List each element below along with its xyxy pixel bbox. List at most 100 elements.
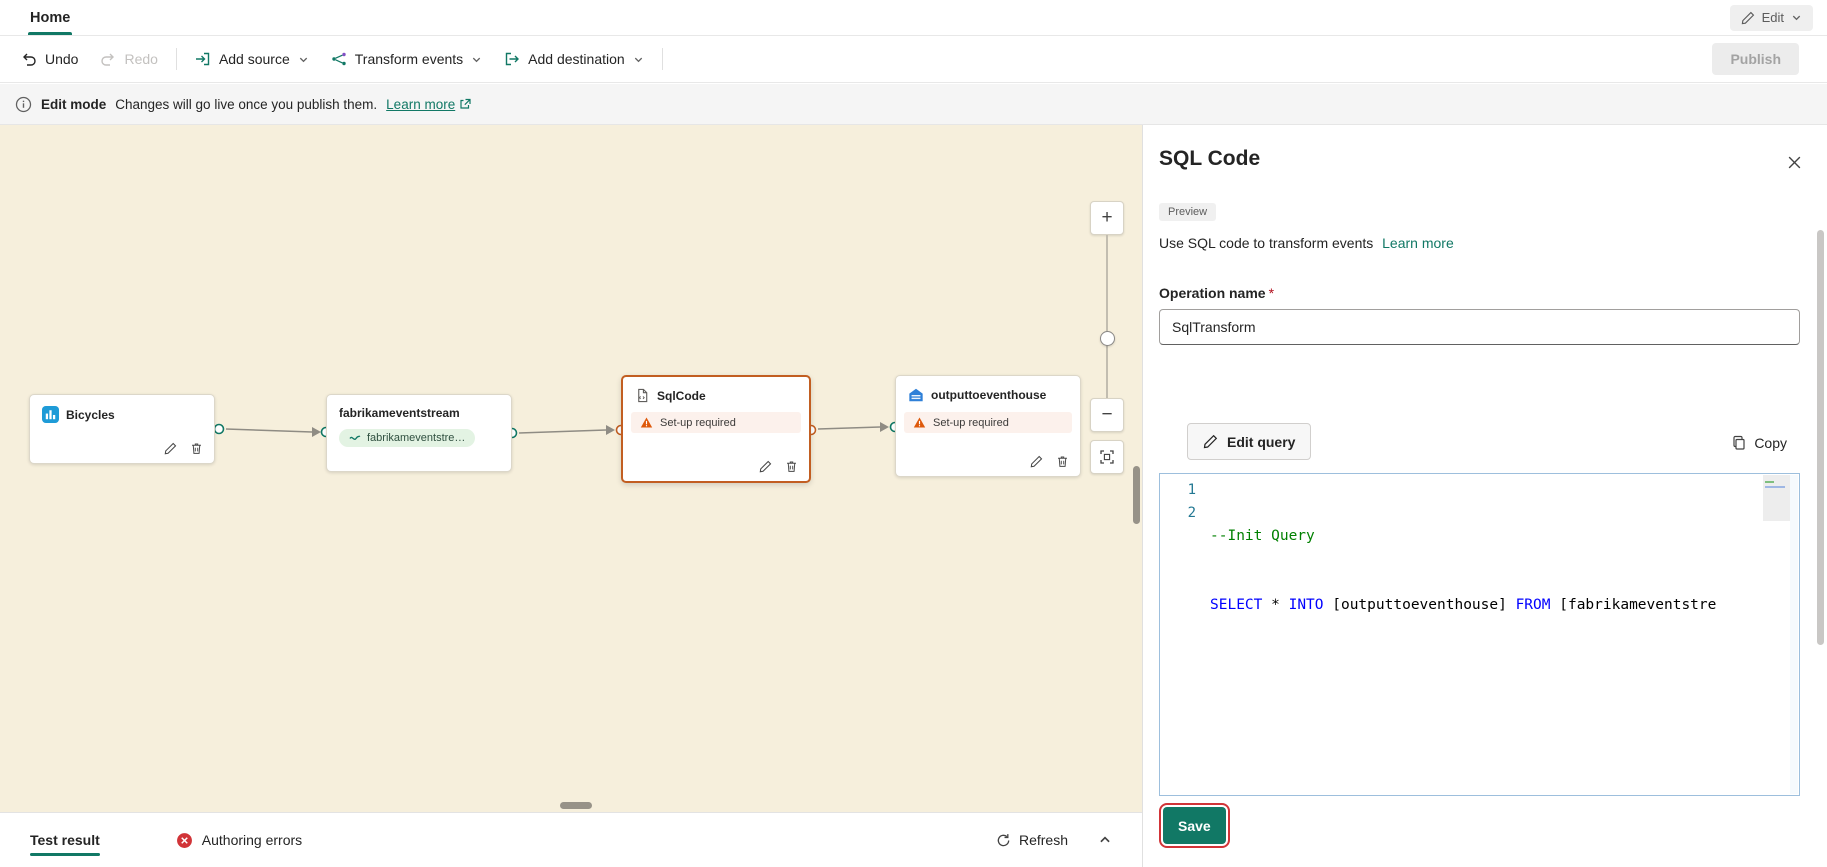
redo-icon: [100, 51, 116, 67]
node-title: SqlCode: [657, 389, 706, 403]
pencil-icon: [759, 460, 772, 473]
minimap-mark: [1765, 481, 1774, 483]
trash-icon: [785, 460, 798, 473]
undo-button[interactable]: Undo: [10, 42, 89, 76]
panel-vertical-scrollbar[interactable]: [1817, 230, 1824, 645]
sql-text: [fabrikameventstre: [1551, 597, 1717, 613]
add-source-icon: [195, 51, 211, 67]
close-panel-button[interactable]: [1783, 151, 1805, 173]
pencil-icon: [164, 442, 177, 455]
edit-menu-label: Edit: [1762, 10, 1784, 25]
trash-icon: [1056, 455, 1069, 468]
warning-label: Set-up required: [660, 417, 736, 429]
refresh-button[interactable]: Refresh: [996, 832, 1068, 848]
undo-label: Undo: [45, 51, 78, 67]
fit-view-icon: [1099, 449, 1115, 465]
top-tab-bar: Home Edit: [0, 0, 1827, 36]
zoom-in-button[interactable]: +: [1090, 201, 1124, 235]
node-eventstream[interactable]: fabrikameventstream fabrikameventstre…: [326, 394, 512, 472]
transform-events-button[interactable]: Transform events: [320, 42, 493, 76]
collapse-panel-button[interactable]: [1098, 833, 1112, 847]
banner-learn-more-label: Learn more: [386, 97, 455, 112]
operation-name-input[interactable]: [1159, 309, 1800, 345]
chevron-down-icon: [471, 54, 482, 65]
pencil-icon: [1203, 434, 1218, 449]
canvas-vertical-scrollbar[interactable]: [1133, 466, 1140, 524]
preview-badge: Preview: [1159, 203, 1216, 221]
save-label: Save: [1178, 818, 1211, 834]
edit-node-button[interactable]: [1030, 455, 1043, 468]
setup-required-warning: Set-up required: [631, 412, 801, 433]
chevron-down-icon: [1791, 12, 1802, 23]
edge-arrowhead: [606, 425, 615, 435]
zoom-slider-handle[interactable]: [1100, 331, 1115, 346]
stream-badge-label: fabrikameventstre…: [367, 432, 465, 444]
ribbon-toolbar: Undo Redo Add source Transform events Ad…: [0, 36, 1827, 83]
node-eventhouse[interactable]: outputtoeventhouse Set-up required: [895, 375, 1081, 477]
node-bicycles[interactable]: Bicycles: [29, 394, 215, 464]
delete-node-button[interactable]: [1056, 455, 1069, 468]
edit-menu-button[interactable]: Edit: [1730, 5, 1813, 31]
toolbar-divider: [662, 48, 663, 70]
add-destination-icon: [504, 51, 520, 67]
transform-events-icon: [331, 51, 347, 67]
external-link-icon: [459, 98, 471, 110]
banner-title: Edit mode: [41, 97, 106, 112]
delete-node-button[interactable]: [190, 442, 203, 455]
panel-description: Use SQL code to transform events Learn m…: [1159, 235, 1454, 251]
save-button[interactable]: Save: [1163, 807, 1226, 844]
tab-home[interactable]: Home: [14, 0, 86, 35]
panel-learn-more-link[interactable]: Learn more: [1382, 235, 1454, 251]
editor-minimap[interactable]: [1763, 475, 1790, 794]
authoring-errors-label: Authoring errors: [202, 832, 302, 848]
eventstream-canvas[interactable]: Bicycles fabrikameventstream fabrikameve…: [0, 125, 1142, 812]
tab-authoring-errors[interactable]: Authoring errors: [176, 832, 302, 849]
copy-button[interactable]: Copy: [1731, 428, 1787, 458]
edit-node-button[interactable]: [759, 460, 772, 473]
redo-button[interactable]: Redo: [89, 42, 168, 76]
sql-comment: --Init Query: [1210, 528, 1315, 544]
stream-badge[interactable]: fabrikameventstre…: [339, 429, 475, 447]
bar-chart-icon: [42, 406, 59, 423]
tab-test-result[interactable]: Test result: [30, 813, 100, 867]
edge-arrowhead: [312, 427, 321, 437]
edit-query-button[interactable]: Edit query: [1187, 423, 1311, 460]
publish-label: Publish: [1730, 51, 1781, 67]
info-icon: [15, 96, 32, 113]
warning-icon: [640, 416, 653, 429]
canvas-horizontal-scrollbar[interactable]: [560, 802, 592, 809]
minus-icon: −: [1101, 404, 1112, 426]
publish-button[interactable]: Publish: [1712, 43, 1799, 75]
eventhouse-icon: [908, 387, 924, 403]
sql-code-editor[interactable]: 1 2 --Init Query SELECT * INTO [outputto…: [1159, 473, 1800, 796]
code-line-2[interactable]: SELECT * INTO [outputtoeventhouse] FROM …: [1210, 594, 1799, 617]
required-asterisk: *: [1269, 285, 1274, 301]
panel-title: SQL Code: [1159, 147, 1260, 171]
line-number-gutter: 1 2: [1160, 474, 1210, 795]
sql-text: *: [1262, 597, 1288, 613]
refresh-icon: [996, 833, 1011, 848]
zoom-out-button[interactable]: −: [1090, 398, 1124, 432]
banner-learn-more-link[interactable]: Learn more: [386, 97, 471, 112]
test-result-label: Test result: [30, 832, 100, 848]
add-source-button[interactable]: Add source: [184, 42, 320, 76]
zoom-slider-track[interactable]: [1106, 235, 1108, 398]
toolbar-divider: [176, 48, 177, 70]
warning-label: Set-up required: [933, 417, 1009, 429]
warning-icon: [913, 416, 926, 429]
fit-view-button[interactable]: [1090, 440, 1124, 474]
operation-name-text: Operation name: [1159, 285, 1266, 301]
code-content[interactable]: --Init Query SELECT * INTO [outputtoeven…: [1210, 474, 1799, 795]
code-line-1[interactable]: --Init Query: [1210, 525, 1799, 548]
active-tab-indicator: [28, 32, 72, 35]
connector-bicycles-out[interactable]: [215, 425, 224, 434]
delete-node-button[interactable]: [785, 460, 798, 473]
line-number: 2: [1160, 502, 1196, 525]
node-sqlcode-selected[interactable]: SqlCode Set-up required: [621, 375, 811, 483]
add-destination-button[interactable]: Add destination: [493, 42, 655, 76]
stream-icon: [349, 432, 361, 444]
banner-message: Changes will go live once you publish th…: [115, 97, 377, 112]
minimap-mark: [1765, 486, 1785, 488]
refresh-label: Refresh: [1019, 832, 1068, 848]
edit-node-button[interactable]: [164, 442, 177, 455]
